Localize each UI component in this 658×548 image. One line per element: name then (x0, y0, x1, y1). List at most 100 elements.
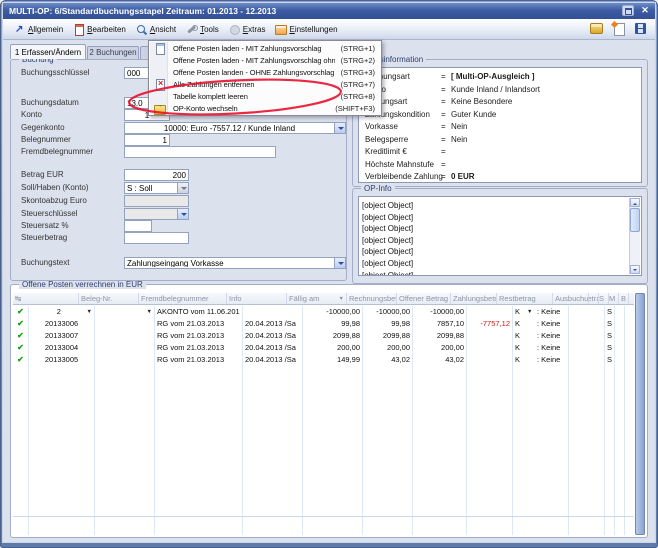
scroll-down-icon[interactable] (630, 265, 640, 274)
column-header[interactable]: Ausbuchungsart (553, 293, 589, 304)
table-row[interactable] (13, 462, 634, 474)
table-row[interactable]: ✔ 20133006 RG vom 21.03.2013 20.04.2013 … (13, 318, 634, 330)
cell-dropdown-arrow-icon[interactable] (527, 474, 537, 486)
scroll-up-icon[interactable] (630, 198, 640, 207)
soll-haben-dropdown-arrow-icon[interactable] (177, 183, 188, 193)
cell-dropdown-arrow-icon[interactable]: ▼ (147, 306, 152, 318)
column-header[interactable]: Restbetrag (497, 293, 553, 304)
table-row[interactable] (13, 366, 634, 378)
table-row[interactable]: ✔ 20133004 RG vom 21.03.2013 20.04.2013 … (13, 342, 634, 354)
menubar-item[interactable]: Extras (224, 22, 271, 37)
menubar-item[interactable]: Ansicht (131, 22, 181, 37)
cell-dropdown-arrow-icon[interactable] (527, 486, 537, 498)
cell-dropdown-arrow-icon[interactable] (527, 318, 537, 330)
s-cell (605, 498, 615, 510)
fremdbelegnummer-input[interactable] (124, 146, 276, 158)
check-icon: ✔ (17, 354, 24, 366)
table-row[interactable] (13, 450, 634, 462)
menu-item[interactable]: Offene Posten laden - MIT Zahlungsvorsch… (150, 54, 380, 66)
cell-dropdown-arrow-icon[interactable] (527, 342, 537, 354)
cell-dropdown-arrow-icon[interactable] (527, 462, 537, 474)
menubar-item[interactable]: Bearbeiten (68, 22, 131, 37)
menu-item[interactable]: Offene Posten landen - OHNE Zahlungsvors… (150, 66, 380, 78)
steuerschluessel-select[interactable] (124, 208, 189, 220)
save-icon[interactable] (634, 22, 647, 35)
tab-erfassen-aendern[interactable]: 1 Erfassen/Ändern (10, 44, 86, 59)
steuerschluessel-dropdown-arrow-icon[interactable] (177, 209, 188, 219)
table-row[interactable] (13, 522, 634, 534)
cell-dropdown-arrow-icon[interactable] (527, 366, 537, 378)
cell-dropdown-arrow-icon[interactable] (527, 522, 537, 534)
betrag-input[interactable]: 200 (124, 169, 189, 181)
catalog-icon[interactable] (590, 22, 603, 35)
belegnummer-input[interactable]: 1 (124, 134, 170, 146)
skontoabzug-input[interactable] (124, 195, 189, 207)
restore-icon[interactable] (622, 5, 634, 16)
cell-dropdown-arrow-icon[interactable] (527, 534, 537, 535)
column-header[interactable]: M (609, 293, 619, 304)
op-info-scrollbar[interactable] (629, 198, 640, 274)
table-row[interactable]: ✔ 20133005 RG vom 21.03.2013 20.04.2013 … (13, 354, 634, 366)
table-row[interactable] (13, 414, 634, 426)
table-row[interactable]: ✔ 20133007 RG vom 21.03.2013 20.04.2013 … (13, 330, 634, 342)
cell-dropdown-arrow-icon[interactable] (527, 390, 537, 402)
menu-item[interactable]: Tabelle komplett leeren (STRG+8) (150, 90, 380, 102)
check-icon: ✔ (17, 330, 24, 342)
column-header[interactable]: B (619, 293, 629, 304)
cell-dropdown-arrow-icon[interactable] (527, 414, 537, 426)
ausbuchungsart-cell (513, 402, 569, 414)
column-header[interactable]: S (599, 293, 609, 304)
b-cell (625, 414, 634, 426)
column-header[interactable]: Fällig am ▼ (287, 293, 347, 304)
scrollbar-thumb[interactable] (630, 208, 640, 232)
table-row[interactable] (13, 390, 634, 402)
column-header[interactable]: Fremdbelegnummer (139, 293, 227, 304)
menu-item-icon (154, 91, 165, 102)
tab-buchungen[interactable]: 2 Buchungen (87, 46, 139, 59)
cell-dropdown-arrow-icon[interactable] (527, 498, 537, 510)
table-row[interactable]: ✔ 2▼ ▼ AKONTO vom 11.06.201 -10000,00 -1… (13, 306, 634, 318)
menu-item[interactable]: Offene Posten laden - MIT Zahlungsvorsch… (150, 42, 380, 54)
column-header[interactable]: ↹ (13, 293, 79, 304)
menubar-item[interactable]: Einstellungen (270, 22, 342, 37)
menubar-item[interactable]: Allgemein (9, 22, 68, 37)
table-row[interactable] (13, 402, 634, 414)
column-header[interactable]: Offener Betrag (397, 293, 451, 304)
column-header[interactable]: Info (227, 293, 287, 304)
column-header[interactable]: Betrag (589, 293, 599, 304)
table-row[interactable] (13, 498, 634, 510)
menu-item[interactable]: Alle Zahlungen entfernen (STRG+7) (150, 78, 380, 90)
cell-dropdown-arrow-icon[interactable]: ▼ (87, 306, 92, 318)
cell-dropdown-arrow-icon[interactable]: ▼ (527, 306, 537, 318)
table-row[interactable] (13, 378, 634, 390)
cell-dropdown-arrow-icon[interactable] (527, 450, 537, 462)
table-row[interactable] (13, 474, 634, 486)
table-row[interactable] (13, 486, 634, 498)
column-header[interactable]: Zahlungsbetrag (451, 293, 497, 304)
soll-haben-select[interactable]: S : Soll (124, 182, 189, 194)
steuerbetrag-input[interactable] (124, 232, 189, 244)
cell-dropdown-arrow-icon[interactable] (527, 378, 537, 390)
gegenkonto-select[interactable]: 10000: Euro -7557.12 / Kunde Inland (124, 122, 346, 134)
cell-dropdown-arrow-icon[interactable] (527, 426, 537, 438)
column-header[interactable]: Beleg-Nr. (79, 293, 139, 304)
buchungstext-dropdown-arrow-icon[interactable] (334, 258, 345, 268)
buchungstext-select[interactable]: Zahlungseingang Vorkasse (124, 257, 346, 269)
table-scrollbar-thumb[interactable] (635, 293, 645, 535)
new-document-icon[interactable] (612, 22, 625, 35)
table-scrollbar[interactable] (635, 293, 645, 535)
column-header[interactable]: Rechnungsbetrag (347, 293, 397, 304)
cell-dropdown-arrow-icon[interactable] (527, 330, 537, 342)
fremdbeleg-cell (95, 354, 155, 366)
table-row[interactable] (13, 534, 634, 535)
steuersatz-input[interactable] (124, 220, 152, 232)
table-row[interactable] (13, 438, 634, 450)
cell-dropdown-arrow-icon[interactable] (527, 354, 537, 366)
menubar-item[interactable]: Tools (181, 22, 224, 37)
menu-item[interactable]: OP-Konto wechseln (SHIFT+F3) (150, 102, 380, 114)
cell-dropdown-arrow-icon[interactable] (527, 438, 537, 450)
table-row[interactable] (13, 426, 634, 438)
close-icon[interactable]: ✕ (639, 5, 651, 16)
cell-dropdown-arrow-icon[interactable] (527, 402, 537, 414)
gegenkonto-dropdown-arrow-icon[interactable] (334, 123, 345, 133)
